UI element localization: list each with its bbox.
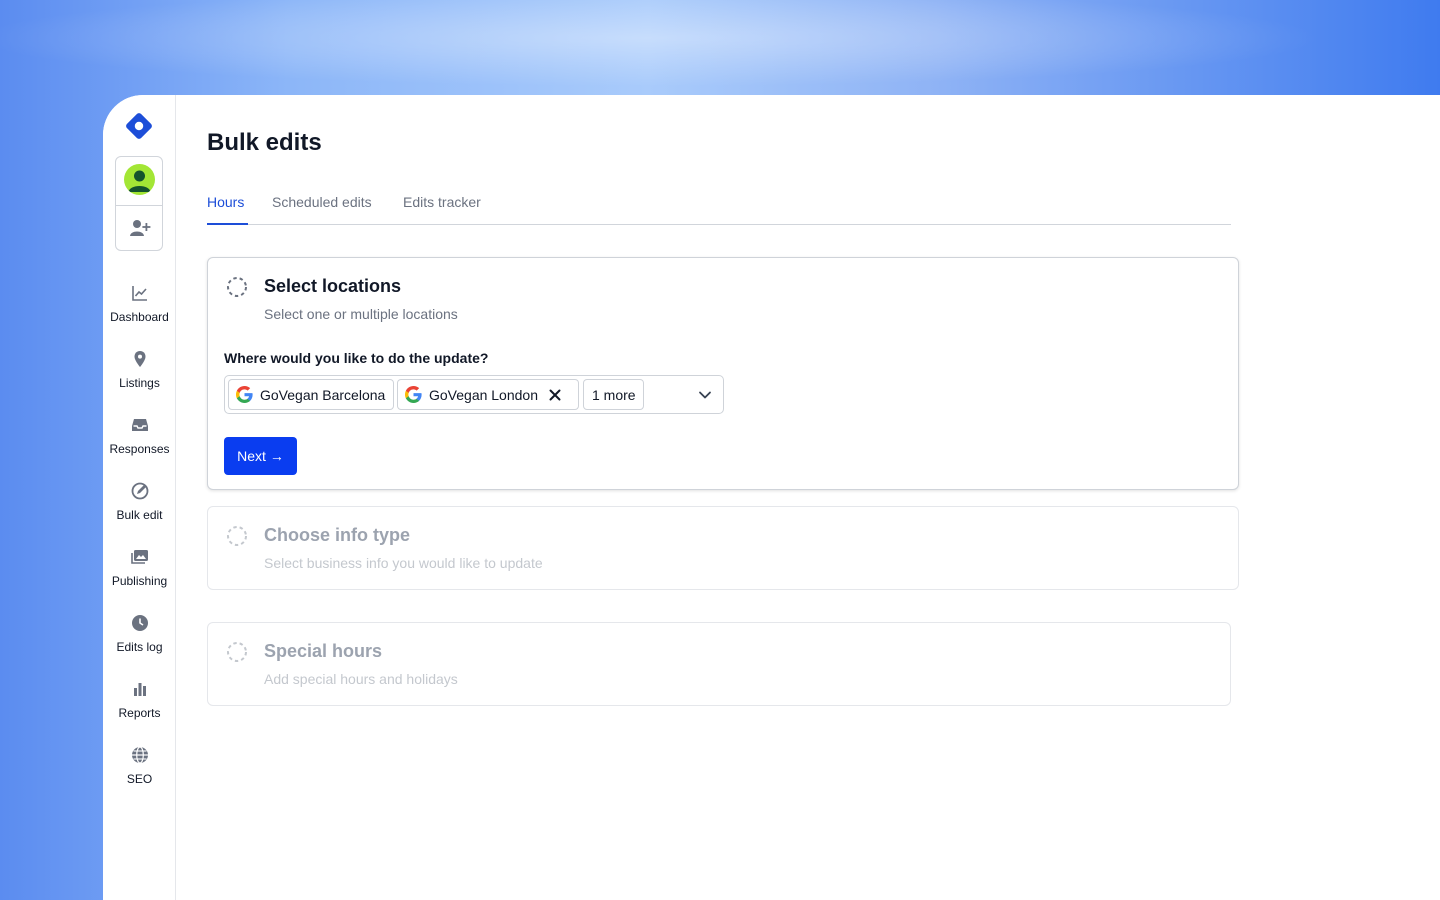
step-subtitle: Select business info you would like to u… [264, 555, 543, 571]
sidebar-item-seo[interactable]: SEO [103, 745, 176, 801]
location-question-label: Where would you like to do the update? [224, 350, 489, 366]
step-pending-icon [227, 277, 247, 297]
location-chip-label: GoVegan Barcelona [260, 386, 386, 403]
step-pending-icon [227, 642, 247, 662]
google-icon [405, 386, 422, 403]
map-pin-icon [134, 351, 145, 367]
app-window: Dashboard Listings Responses Bulk edit P… [103, 95, 1440, 900]
google-icon [236, 386, 253, 403]
sidebar-item-dashboard[interactable]: Dashboard [103, 283, 176, 339]
more-locations-chip[interactable]: 1 more [583, 379, 644, 410]
inbox-icon [131, 419, 148, 431]
sidebar-item-label: Publishing [111, 574, 168, 588]
step-pending-icon [227, 526, 247, 546]
clock-icon [131, 615, 148, 631]
sidebar-item-bulk-edit[interactable]: Bulk edit [103, 481, 176, 537]
location-chip[interactable]: GoVegan Barcelona [228, 379, 394, 410]
avatar[interactable] [124, 164, 155, 195]
logo-icon[interactable] [124, 111, 154, 141]
more-locations-label: 1 more [592, 386, 636, 403]
sidebar-item-label: Reports [118, 706, 161, 720]
tab-hours[interactable]: Hours [207, 187, 248, 225]
chart-line-icon [131, 286, 147, 301]
sidebar-item-label: Responses [109, 442, 170, 456]
sidebar-item-responses[interactable]: Responses [103, 415, 176, 471]
tab-bar: Hours Scheduled edits Edits tracker [207, 187, 1231, 225]
next-button[interactable]: Next → [224, 437, 297, 475]
sidebar: Dashboard Listings Responses Bulk edit P… [103, 95, 176, 900]
user-box-divider [116, 205, 162, 206]
sidebar-item-label: Bulk edit [116, 508, 163, 522]
sidebar-item-edits-log[interactable]: Edits log [103, 613, 176, 669]
bulk-edit-icon [131, 482, 148, 500]
step-title: Select locations [264, 276, 402, 296]
globe-icon [131, 746, 148, 764]
user-avatar-icon [128, 170, 151, 192]
remove-chip-icon[interactable] [548, 388, 562, 402]
tab-scheduled-edits[interactable]: Scheduled edits [272, 187, 372, 225]
step-subtitle: Select one or multiple locations [264, 306, 458, 322]
sidebar-item-label: Edits log [116, 640, 163, 654]
sidebar-item-listings[interactable]: Listings [103, 349, 176, 405]
sidebar-item-publishing[interactable]: Publishing [103, 547, 176, 603]
images-icon [130, 550, 148, 564]
main-content: Bulk edits Hours Scheduled edits Edits t… [176, 95, 1440, 900]
location-chip[interactable]: GoVegan London [397, 379, 579, 410]
page-title: Bulk edits [207, 129, 322, 156]
sidebar-item-label: SEO [126, 772, 153, 786]
location-multi-select[interactable]: GoVegan Barcelona GoVegan London 1 more [224, 375, 724, 414]
user-box [115, 156, 163, 251]
background-haze [0, 0, 1440, 95]
chevron-down-icon[interactable] [697, 387, 713, 403]
sidebar-item-label: Dashboard [110, 310, 169, 324]
step-subtitle: Add special hours and holidays [264, 671, 458, 687]
step-choose-info-type: Choose info type Select business info yo… [207, 506, 1239, 590]
step-select-locations: Select locations Select one or multiple … [207, 257, 1239, 490]
add-user-icon[interactable] [129, 217, 151, 239]
bar-chart-icon [133, 683, 146, 696]
step-special-hours: Special hours Add special hours and holi… [207, 622, 1231, 706]
sidebar-item-label: Listings [119, 376, 160, 390]
sidebar-item-reports[interactable]: Reports [103, 679, 176, 735]
tab-edits-tracker[interactable]: Edits tracker [403, 187, 481, 225]
location-chip-label: GoVegan London [429, 386, 538, 403]
step-title: Choose info type [264, 525, 411, 545]
step-title: Special hours [264, 641, 383, 661]
